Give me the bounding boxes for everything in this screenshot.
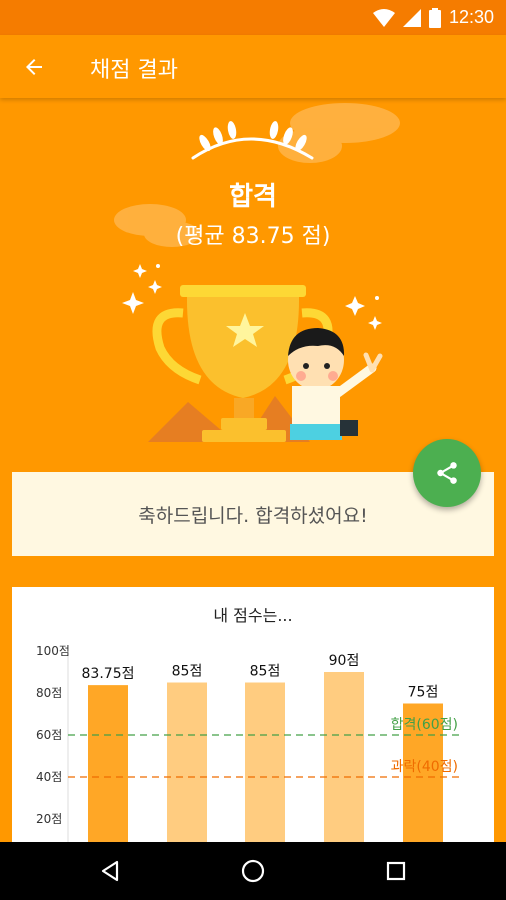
app-title: 채점 결과 <box>90 58 178 83</box>
bar-value-label: 83.75점 <box>82 666 135 682</box>
cell-signal-icon <box>402 8 421 27</box>
score-bar <box>245 682 285 847</box>
score-chart-card: 100점 80점 60점 40점 20점 83.75점 85점 85점 90점 75점합격(60점… <box>12 587 494 847</box>
nav-recents-button[interactable] <box>380 855 412 887</box>
share-button[interactable] <box>413 439 481 507</box>
y-tick-label: 40점 <box>36 770 62 784</box>
bar-value-label: 90점 <box>329 653 360 669</box>
y-tick-label: 80점 <box>36 686 62 700</box>
score-bar <box>167 682 207 847</box>
chart-title: 내 점수는... <box>213 606 293 625</box>
celebration-illustration <box>114 103 400 442</box>
y-tick-label: 60점 <box>36 728 62 742</box>
wifi-icon <box>372 8 395 27</box>
congrats-message: 축하드립니다. 합격하셨어요! <box>138 505 368 527</box>
result-title: 합격 <box>229 182 277 212</box>
pass-label: 합격(60점) <box>391 717 458 733</box>
nav-recents-icon <box>386 861 406 881</box>
average-score: (평균 83.75 점) <box>175 224 331 249</box>
arrow-back-icon <box>26 59 42 75</box>
navigation-bar <box>0 842 506 900</box>
share-icon <box>437 462 457 484</box>
bar-value-label: 75점 <box>408 685 439 701</box>
nav-back-icon <box>101 860 119 882</box>
back-button[interactable] <box>18 51 50 83</box>
status-time: 12:30 <box>448 7 494 27</box>
score-chart: 100점 80점 60점 40점 20점 83.75점 85점 85점 90점 75점합격(60점… <box>36 644 464 847</box>
bar-value-label: 85점 <box>172 664 203 680</box>
fail-label: 과락(40점) <box>391 759 458 775</box>
y-tick-label: 20점 <box>36 812 62 826</box>
score-bar <box>324 672 364 847</box>
app-bar: 채점 결과 <box>0 35 506 98</box>
nav-home-button[interactable] <box>237 855 269 887</box>
nav-back-button[interactable] <box>95 855 127 887</box>
nav-home-icon <box>241 859 265 883</box>
result-hero: 합격 (평균 83.75 점) <box>0 98 506 468</box>
status-bar: 12:30 <box>0 0 506 35</box>
score-bar <box>88 685 128 847</box>
status-icons: 12:30 <box>372 7 494 28</box>
y-tick-label: 100점 <box>36 644 70 658</box>
bar-value-label: 85점 <box>250 664 281 680</box>
battery-icon <box>428 7 441 28</box>
